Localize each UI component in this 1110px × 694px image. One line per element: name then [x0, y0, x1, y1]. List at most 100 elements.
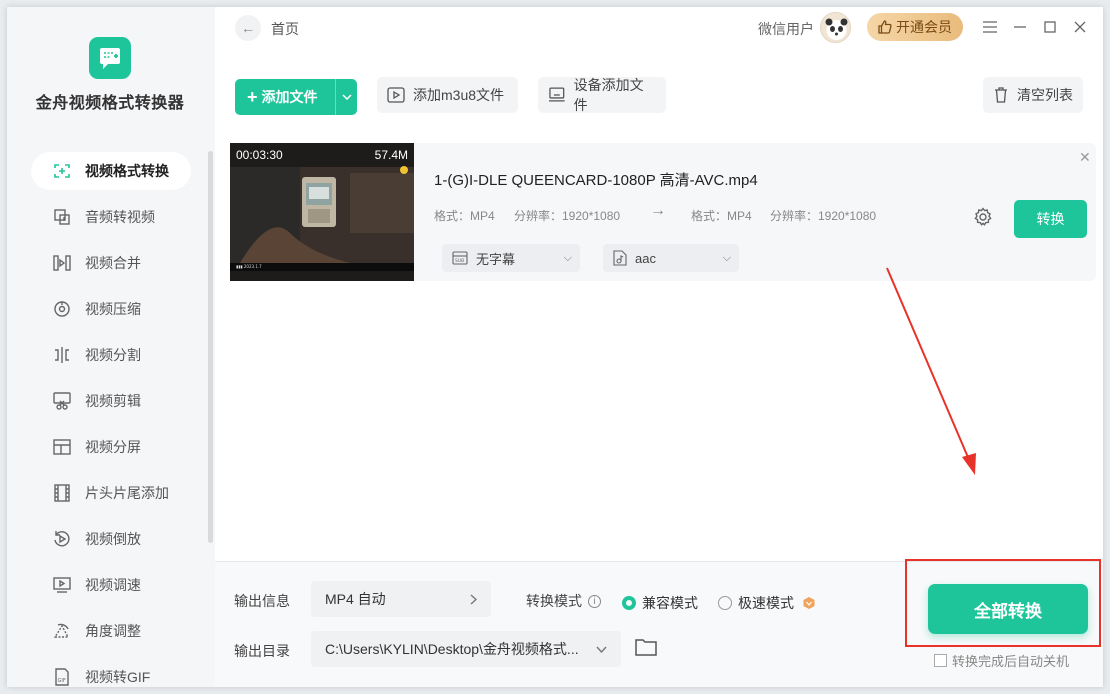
sidebar-item-label: 视频格式转换	[85, 163, 169, 179]
checkbox-icon	[934, 654, 947, 667]
app-logo	[89, 37, 131, 79]
avatar[interactable]	[820, 12, 851, 43]
film-icon	[51, 482, 73, 504]
close-icon	[1074, 21, 1086, 33]
add-file-label: 添加文件	[261, 89, 318, 105]
output-dir-select[interactable]: C:\Users\KYLIN\Desktop\金舟视频格式...	[311, 631, 621, 667]
back-button[interactable]: ←	[235, 15, 261, 41]
mode-compat-radio[interactable]: 兼容模式	[622, 593, 698, 613]
video-compress-icon	[51, 298, 73, 320]
video-thumbnail[interactable]: ▮▮▮ 2023.1.7 00:03:30 57.4M	[230, 143, 414, 281]
sidebar-item-video-compress[interactable]: 视频压缩	[31, 286, 191, 332]
close-button[interactable]	[1070, 17, 1090, 37]
chevron-down-icon	[596, 646, 607, 653]
output-info-select[interactable]: MP4 自动	[311, 581, 491, 617]
audio-file-icon	[613, 250, 627, 266]
info-icon[interactable]: i	[588, 594, 601, 608]
plus-icon: +	[247, 86, 258, 107]
play-box-icon	[387, 87, 405, 103]
remove-file-button[interactable]: ✕	[1079, 149, 1091, 166]
audio-value: aac	[635, 250, 656, 266]
svg-text:SUB: SUB	[455, 258, 464, 264]
sidebar-scrollbar[interactable]	[208, 151, 213, 543]
target-resolution: 分辨率：1920*1080	[770, 209, 877, 223]
video-duration: 00:03:30	[236, 148, 283, 162]
sidebar-item-label: 视频调速	[85, 577, 141, 593]
settings-button[interactable]	[973, 207, 993, 230]
video-split-icon	[51, 344, 73, 366]
video-merge-icon	[51, 252, 73, 274]
subtitle-select[interactable]: SUB 无字幕 ⌵	[442, 244, 580, 272]
add-file-dropdown[interactable]	[335, 79, 357, 115]
sidebar-item-label: 视频剪辑	[85, 393, 141, 409]
svg-text:GIF: GIF	[58, 678, 66, 684]
source-resolution: 分辨率：1920*1080	[514, 209, 621, 223]
maximize-icon	[1044, 21, 1056, 33]
output-dir-label: 输出目录	[234, 643, 290, 659]
clear-list-button[interactable]: 清空列表	[983, 77, 1083, 113]
sidebar-item-label: 音频转视频	[85, 209, 155, 225]
radio-unselected-icon	[718, 596, 732, 610]
audio-select[interactable]: aac ⌵	[603, 244, 739, 272]
target-format: 格式：MP4	[691, 209, 752, 223]
sidebar-item-intro-outro[interactable]: 片头片尾添加	[31, 470, 191, 516]
convert-mode-text: 转换模式	[526, 593, 582, 609]
source-format: 格式：MP4	[434, 209, 495, 223]
sidebar: 金舟视频格式转换器 视频格式转换 音频转视频 视频合并 视频压缩 视频分割 视频…	[7, 7, 215, 687]
audio-to-video-icon	[51, 206, 73, 228]
video-edit-icon	[51, 390, 73, 412]
vip-label: 开通会员	[896, 19, 952, 35]
sidebar-item-gif[interactable]: GIF 视频转GIF	[31, 654, 191, 694]
sidebar-item-speed[interactable]: 视频调速	[31, 562, 191, 608]
auto-shutdown-checkbox[interactable]: 转换完成后自动关机	[934, 651, 1069, 670]
user-name[interactable]: 微信用户	[758, 19, 814, 39]
file-card[interactable]: ▮▮▮ 2023.1.7 00:03:30 57.4M ✕ 1-(G)I-DLE…	[230, 143, 1096, 281]
device-add-button[interactable]: 设备添加文件	[538, 77, 666, 113]
minimize-icon	[1014, 26, 1026, 28]
arrow-left-icon: ←	[241, 20, 255, 36]
app-name: 金舟视频格式转换器	[35, 95, 185, 112]
sidebar-item-reverse[interactable]: 视频倒放	[31, 516, 191, 562]
sidebar-item-format-convert[interactable]: 视频格式转换	[31, 152, 191, 190]
sidebar-item-label: 视频分屏	[85, 439, 141, 455]
sidebar-item-video-edit[interactable]: 视频剪辑	[31, 378, 191, 424]
output-info-value: MP4 自动	[325, 591, 386, 607]
sidebar-item-label: 角度调整	[85, 623, 141, 639]
device-add-label: 设备添加文件	[573, 77, 644, 113]
sidebar-item-label: 视频倒放	[85, 531, 141, 547]
chevron-right-icon	[470, 593, 477, 605]
arrow-right-icon: →	[650, 202, 666, 219]
maximize-button[interactable]	[1040, 17, 1060, 37]
output-dir-value: C:\Users\KYLIN\Desktop\金舟视频格式...	[325, 641, 579, 657]
trash-icon	[995, 87, 1007, 103]
add-m3u8-button[interactable]: 添加m3u8文件	[377, 77, 518, 113]
folder-icon	[635, 639, 657, 656]
menu-button[interactable]	[980, 17, 1000, 37]
open-folder-button[interactable]	[635, 638, 657, 659]
file-name: 1-(G)I-DLE QUEENCARD-1080P 高清-AVC.mp4	[434, 172, 758, 189]
chevron-down-icon: ⌵	[563, 251, 572, 264]
sidebar-item-label: 视频转GIF	[85, 669, 151, 685]
convert-button[interactable]: 转换	[1014, 200, 1087, 238]
sidebar-item-rotate[interactable]: 角度调整	[31, 608, 191, 654]
sidebar-item-audio-to-video[interactable]: 音频转视频	[31, 194, 191, 240]
format-convert-icon	[51, 160, 73, 182]
mode-fast-radio[interactable]: 极速模式	[718, 593, 816, 613]
convert-mode-label: 转换模式 i	[526, 591, 601, 611]
sidebar-item-video-split[interactable]: 视频分割	[31, 332, 191, 378]
vip-badge-icon	[803, 597, 815, 609]
breadcrumb[interactable]: 首页	[271, 19, 299, 39]
chevron-down-icon	[341, 94, 352, 100]
rotate-icon	[51, 620, 73, 642]
sidebar-item-video-merge[interactable]: 视频合并	[31, 240, 191, 286]
highlight-box	[905, 559, 1101, 647]
minimize-button[interactable]	[1010, 17, 1030, 37]
sidebar-item-split-screen[interactable]: 视频分屏	[31, 424, 191, 470]
thumbs-up-icon	[878, 20, 892, 34]
sidebar-nav: 视频格式转换 音频转视频 视频合并 视频压缩 视频分割 视频剪辑 视频分屏 片头…	[31, 148, 191, 694]
reverse-icon	[51, 528, 73, 550]
chevron-down-icon: ⌵	[722, 251, 731, 264]
add-file-button[interactable]: + 添加文件	[235, 79, 357, 115]
app-window: 金舟视频格式转换器 视频格式转换 音频转视频 视频合并 视频压缩 视频分割 视频…	[7, 7, 1103, 687]
vip-button[interactable]: 开通会员	[867, 13, 963, 41]
